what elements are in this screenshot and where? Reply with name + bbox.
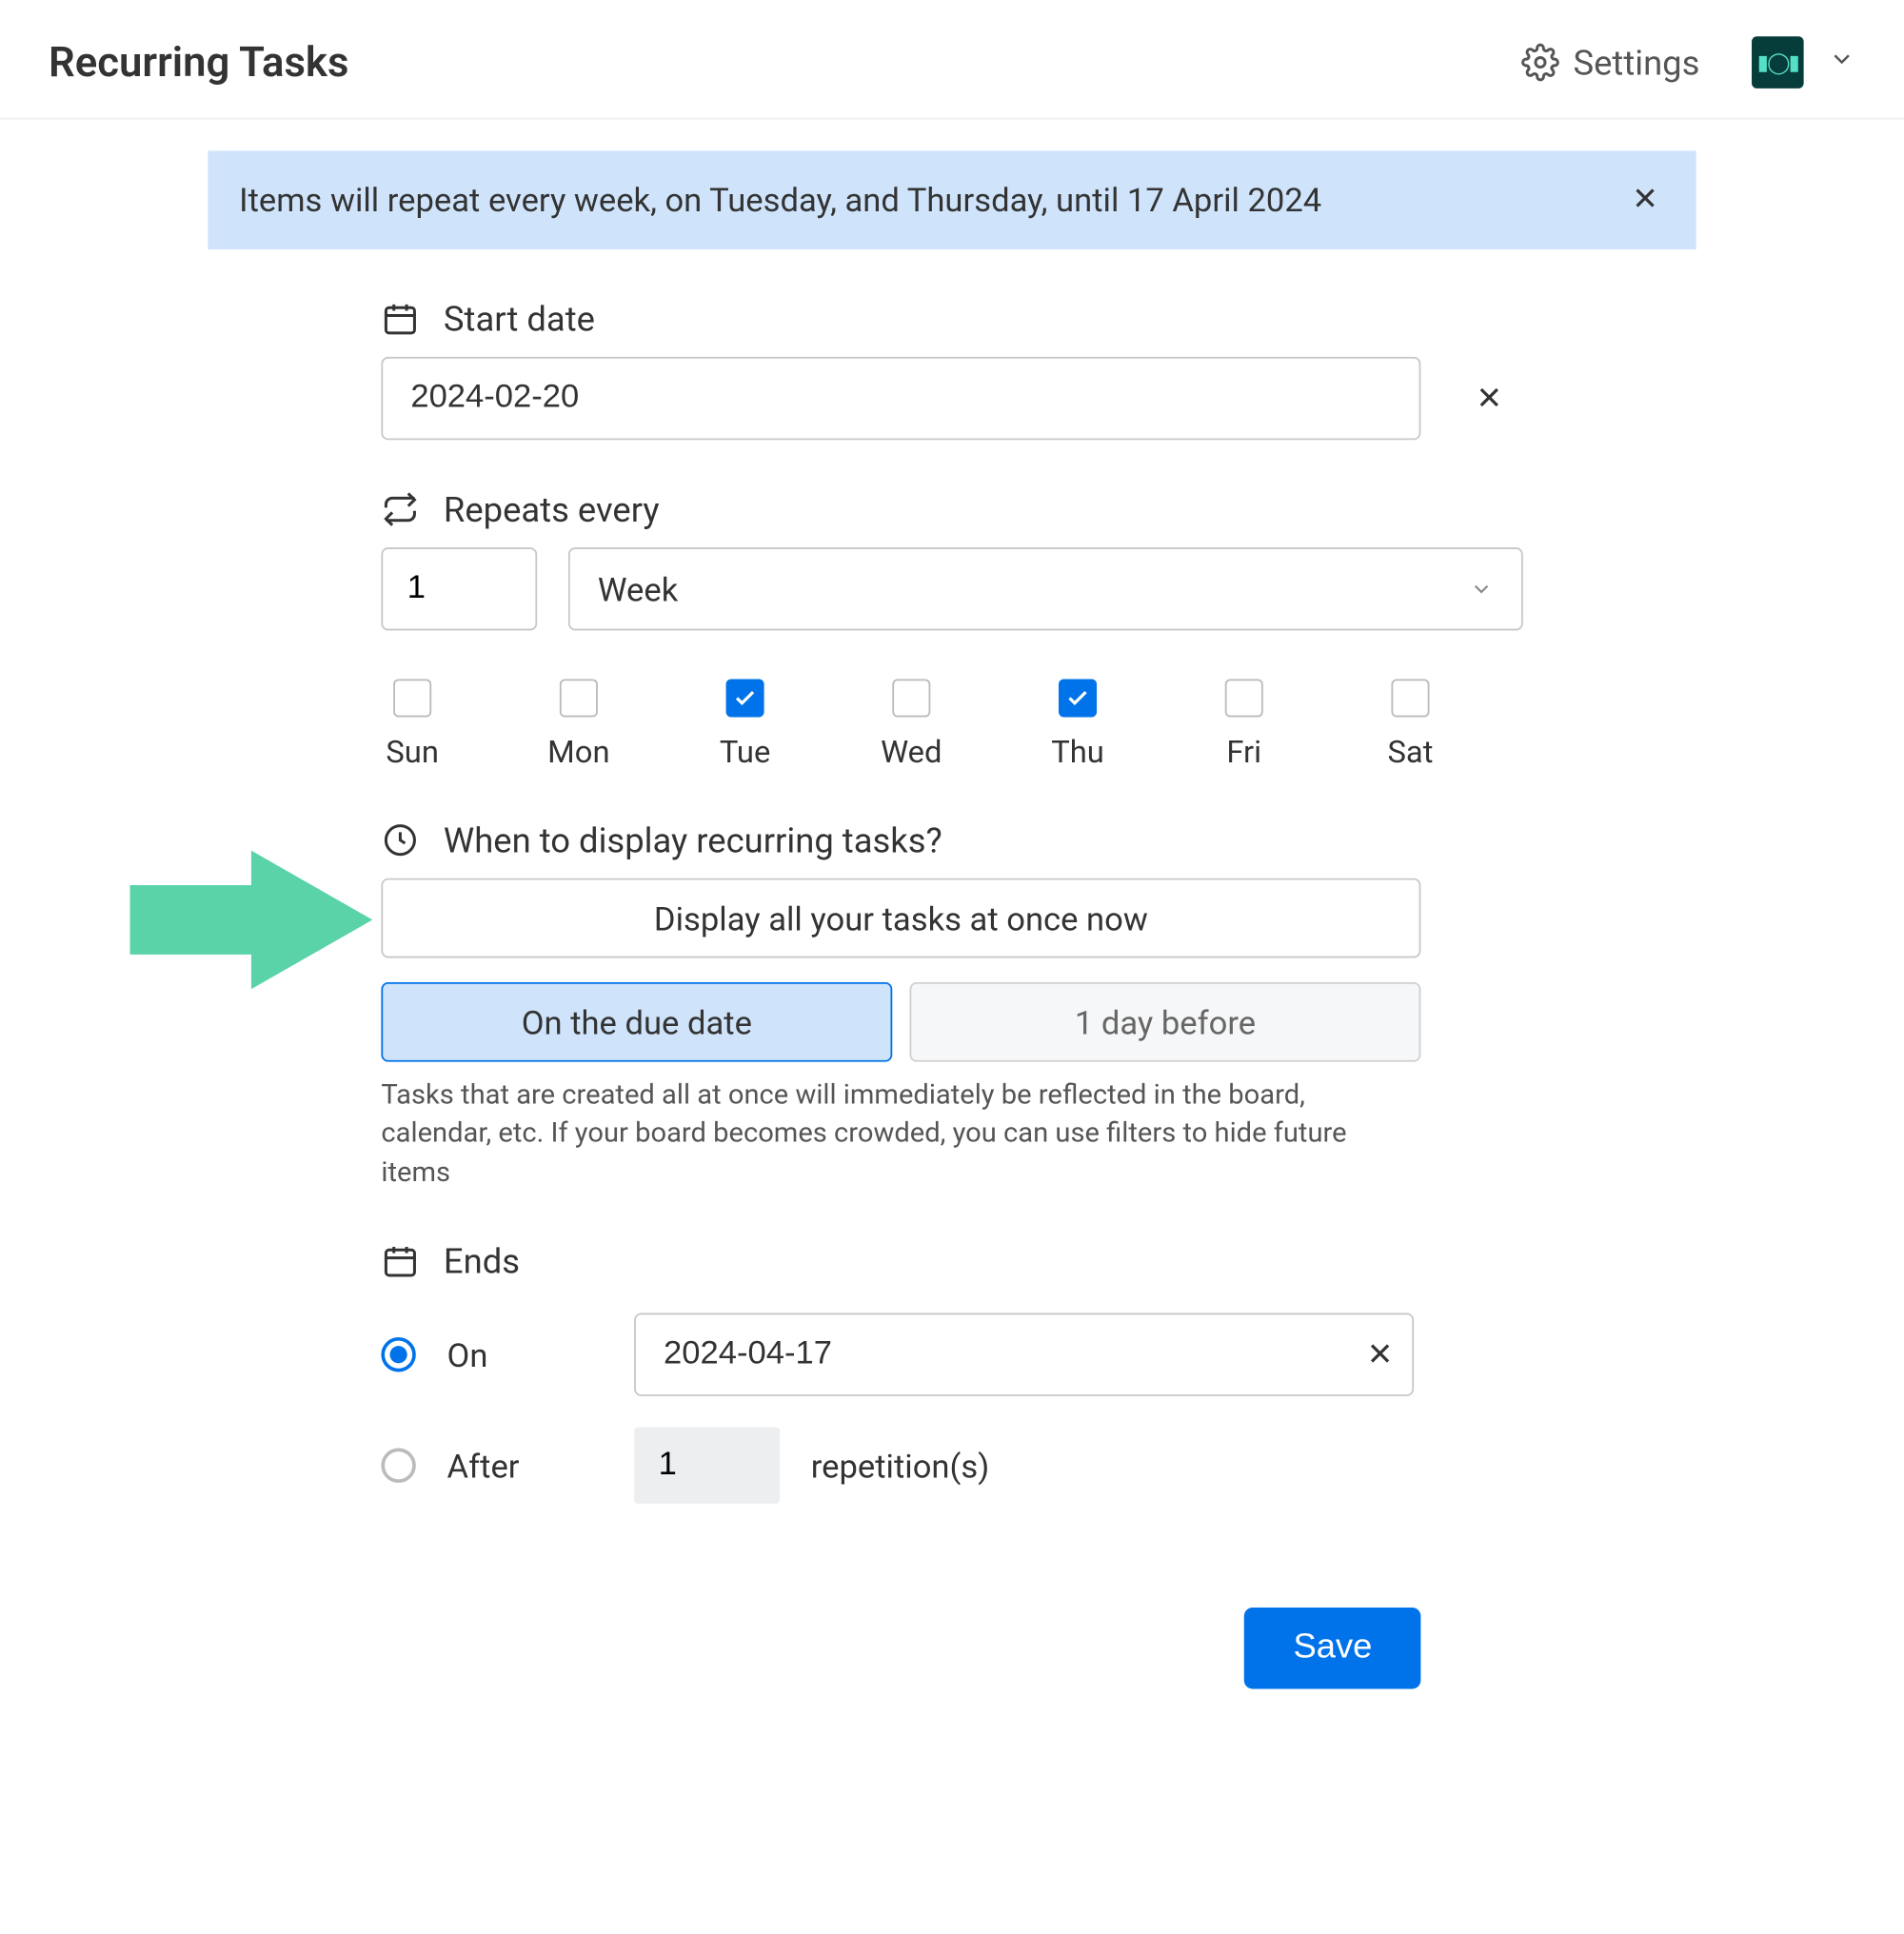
display-option-day-before[interactable]: 1 day before xyxy=(910,982,1421,1062)
start-date-label: Start date xyxy=(444,298,595,340)
day-checkbox-mon[interactable] xyxy=(560,679,598,717)
day-checkbox-sun[interactable] xyxy=(393,679,431,717)
settings-label: Settings xyxy=(1574,42,1700,84)
start-date-input[interactable] xyxy=(381,357,1420,440)
day-label: Thu xyxy=(1051,735,1104,771)
repeats-label: Repeats every xyxy=(444,488,660,530)
ends-label: Ends xyxy=(444,1240,520,1282)
day-label: Sun xyxy=(386,735,439,771)
callout-arrow-icon xyxy=(130,842,373,998)
chevron-down-icon xyxy=(1469,569,1493,609)
repeat-unit-value: Week xyxy=(598,569,678,609)
summary-banner: Items will repeat every week, on Tuesday… xyxy=(208,150,1696,249)
ends-after-count-input[interactable] xyxy=(634,1428,780,1504)
clock-icon xyxy=(381,821,419,859)
day-checkbox-tue[interactable] xyxy=(726,679,764,717)
ends-after-label: After xyxy=(447,1446,604,1486)
gear-icon xyxy=(1521,44,1559,82)
display-option-due-date[interactable]: On the due date xyxy=(381,982,892,1062)
display-all-at-once-button[interactable]: Display all your tasks at once now xyxy=(381,878,1420,958)
ends-on-radio[interactable] xyxy=(381,1337,415,1372)
day-label: Wed xyxy=(881,735,942,771)
repeat-count-input[interactable] xyxy=(381,547,537,630)
save-button[interactable]: Save xyxy=(1244,1608,1420,1689)
day-checkbox-fri[interactable] xyxy=(1225,679,1263,717)
calendar-icon xyxy=(381,1242,419,1280)
repeat-icon xyxy=(381,490,419,528)
ends-on-date-input[interactable] xyxy=(634,1313,1414,1396)
page-title: Recurring Tasks xyxy=(49,38,1504,87)
day-label: Tue xyxy=(720,735,770,771)
banner-text: Items will repeat every week, on Tuesday… xyxy=(239,180,1321,220)
app-icon[interactable]: ▮◯▮ xyxy=(1752,36,1804,89)
day-checkbox-wed[interactable] xyxy=(892,679,930,717)
repeat-unit-select[interactable]: Week xyxy=(568,547,1523,630)
ends-on-label: On xyxy=(447,1335,604,1375)
day-checkbox-sat[interactable] xyxy=(1391,679,1429,717)
ends-after-radio[interactable] xyxy=(381,1449,415,1483)
day-label: Mon xyxy=(547,735,609,771)
app-menu-dropdown[interactable] xyxy=(1828,45,1855,79)
settings-button[interactable]: Settings xyxy=(1504,31,1717,94)
clear-end-date[interactable]: ✕ xyxy=(1367,1336,1393,1372)
display-helper-text: Tasks that are created all at once will … xyxy=(381,1076,1386,1192)
repetitions-label: repetition(s) xyxy=(811,1446,989,1486)
close-icon[interactable]: ✕ xyxy=(1625,175,1665,226)
display-label: When to display recurring tasks? xyxy=(444,819,942,861)
clear-start-date[interactable]: ✕ xyxy=(1476,380,1501,416)
day-label: Sat xyxy=(1387,735,1433,771)
calendar-icon xyxy=(381,300,419,338)
day-checkbox-thu[interactable] xyxy=(1059,679,1097,717)
day-label: Fri xyxy=(1226,735,1261,771)
